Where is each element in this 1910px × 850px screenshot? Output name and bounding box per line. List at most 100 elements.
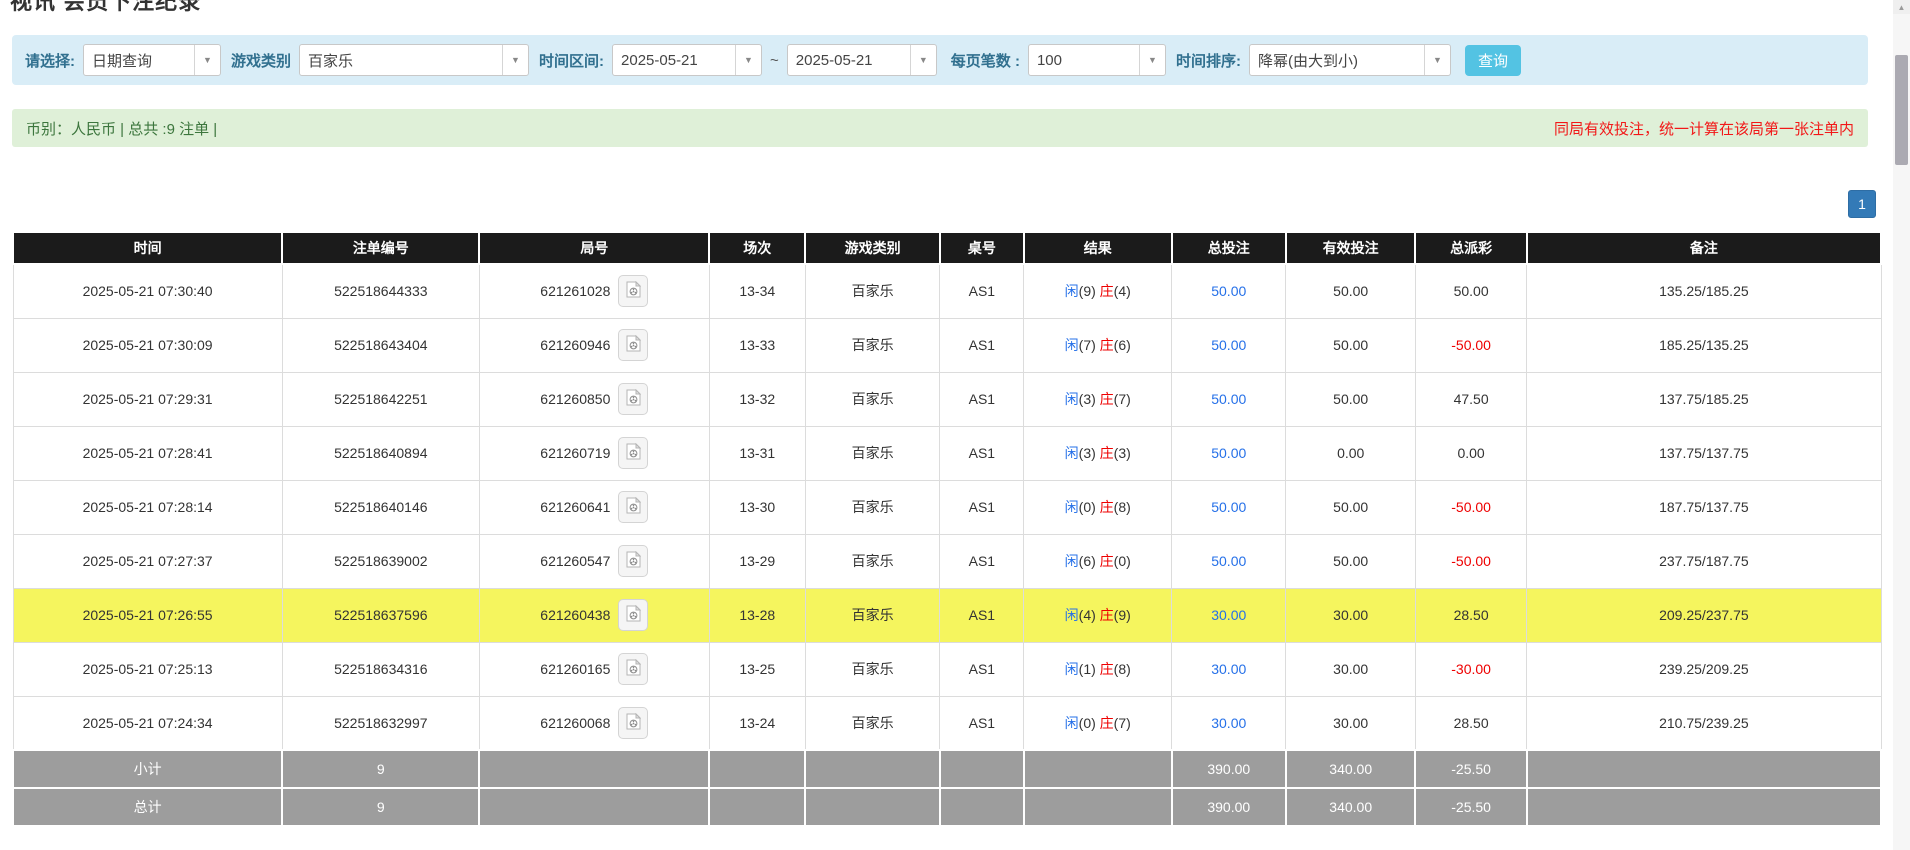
- scroll-up-icon[interactable]: ▲: [1893, 0, 1910, 14]
- cell-time: 2025-05-21 07:26:55: [13, 588, 282, 642]
- player-label: 闲: [1065, 337, 1079, 353]
- subtotal-label: 小计: [13, 750, 282, 788]
- cell-bet-id: 522518634316: [282, 642, 479, 696]
- date-from-dropdown[interactable]: 2025-05-21 ▼: [612, 44, 762, 76]
- player-score: (3): [1079, 445, 1096, 461]
- subtotal-count: 9: [282, 750, 479, 788]
- cell-total-bet[interactable]: 30.00: [1172, 588, 1286, 642]
- cell-total-bet[interactable]: 50.00: [1172, 426, 1286, 480]
- cell-game-type: 百家乐: [805, 696, 940, 750]
- video-replay-button[interactable]: [618, 275, 648, 307]
- banker-score: (4): [1114, 283, 1131, 299]
- cell-valid-bet: 30.00: [1286, 642, 1416, 696]
- video-replay-button[interactable]: [618, 653, 648, 685]
- cell-table-no: AS1: [940, 264, 1024, 318]
- cell-round-id: 621260719: [479, 426, 709, 480]
- video-replay-button[interactable]: [618, 491, 648, 523]
- cell-payout: 28.50: [1415, 588, 1526, 642]
- table-row: 2025-05-21 07:24:34522518632997621260068…: [13, 696, 1881, 750]
- info-bar: 币别：人民币 | 总共 :9 注单 | 同局有效投注，统一计算在该局第一张注单内: [12, 109, 1868, 147]
- round-number: 621260068: [540, 715, 610, 731]
- date-to-dropdown[interactable]: 2025-05-21 ▼: [787, 44, 937, 76]
- page-size-label: 每页笔数 :: [951, 50, 1020, 71]
- scrollbar-thumb[interactable]: [1895, 55, 1908, 165]
- video-replay-button[interactable]: [618, 329, 648, 361]
- query-type-dropdown[interactable]: 日期查询 ▼: [83, 44, 221, 76]
- cell-total-bet[interactable]: 30.00: [1172, 696, 1286, 750]
- total-valid-bet: 340.00: [1286, 788, 1416, 826]
- video-replay-button[interactable]: [618, 599, 648, 631]
- cell-session: 13-31: [709, 426, 805, 480]
- table-row: 2025-05-21 07:28:41522518640894621260719…: [13, 426, 1881, 480]
- vertical-scrollbar[interactable]: ▲: [1893, 0, 1910, 850]
- player-label: 闲: [1065, 499, 1079, 515]
- cell-round-id: 621261028: [479, 264, 709, 318]
- player-score: (6): [1079, 553, 1096, 569]
- cell-bet-id: 522518643404: [282, 318, 479, 372]
- cell-result: 闲(0) 庄(7): [1024, 696, 1172, 750]
- table-row: 2025-05-21 07:30:40522518644333621261028…: [13, 264, 1881, 318]
- banker-label: 庄: [1100, 499, 1114, 515]
- page-size-value: 100: [1029, 52, 1139, 69]
- video-replay-button[interactable]: [618, 383, 648, 415]
- header-round-id: 局号: [479, 232, 709, 264]
- total-row: 总计 9 390.00 340.00 -25.50: [13, 788, 1881, 826]
- pagination-page-1-button[interactable]: 1: [1848, 190, 1876, 218]
- cell-bet-id: 522518640146: [282, 480, 479, 534]
- cell-total-bet[interactable]: 50.00: [1172, 372, 1286, 426]
- video-replay-button[interactable]: [618, 545, 648, 577]
- banker-score: (9): [1114, 607, 1131, 623]
- cell-result: 闲(6) 庄(0): [1024, 534, 1172, 588]
- cell-time: 2025-05-21 07:29:31: [13, 372, 282, 426]
- filter-bar: 请选择: 日期查询 ▼ 游戏类别 百家乐 ▼ 时间区间: 2025-05-21 …: [12, 35, 1868, 85]
- cell-table-no: AS1: [940, 480, 1024, 534]
- cell-payout: 47.50: [1415, 372, 1526, 426]
- cell-payout: 28.50: [1415, 696, 1526, 750]
- cell-total-bet[interactable]: 30.00: [1172, 642, 1286, 696]
- cell-table-no: AS1: [940, 318, 1024, 372]
- cell-session: 13-25: [709, 642, 805, 696]
- cell-bet-id: 522518637596: [282, 588, 479, 642]
- cell-time: 2025-05-21 07:30:09: [13, 318, 282, 372]
- cell-game-type: 百家乐: [805, 480, 940, 534]
- video-replay-icon: [626, 605, 641, 625]
- time-sort-dropdown[interactable]: 降幂(由大到小) ▼: [1249, 44, 1451, 76]
- cell-valid-bet: 30.00: [1286, 588, 1416, 642]
- subtotal-valid-bet: 340.00: [1286, 750, 1416, 788]
- video-replay-icon: [626, 443, 641, 463]
- banker-score: (7): [1114, 391, 1131, 407]
- round-number: 621260946: [540, 337, 610, 353]
- video-replay-button[interactable]: [618, 437, 648, 469]
- banker-score: (7): [1114, 715, 1131, 731]
- game-type-dropdown[interactable]: 百家乐 ▼: [299, 44, 529, 76]
- date-from-value: 2025-05-21: [613, 52, 735, 69]
- cell-total-bet[interactable]: 50.00: [1172, 264, 1286, 318]
- cell-result: 闲(1) 庄(8): [1024, 642, 1172, 696]
- cell-note: 135.25/185.25: [1527, 264, 1881, 318]
- cell-bet-id: 522518644333: [282, 264, 479, 318]
- chevron-down-icon: ▼: [1424, 45, 1450, 75]
- cell-game-type: 百家乐: [805, 642, 940, 696]
- video-replay-button[interactable]: [618, 707, 648, 739]
- chevron-down-icon: ▼: [1139, 45, 1165, 75]
- cell-round-id: 621260946: [479, 318, 709, 372]
- banker-score: (6): [1114, 337, 1131, 353]
- banker-score: (8): [1114, 499, 1131, 515]
- round-number: 621260547: [540, 553, 610, 569]
- cell-valid-bet: 50.00: [1286, 264, 1416, 318]
- cell-table-no: AS1: [940, 642, 1024, 696]
- query-button[interactable]: 查询: [1465, 45, 1521, 76]
- cell-note: 239.25/209.25: [1527, 642, 1881, 696]
- time-sort-value: 降幂(由大到小): [1250, 50, 1424, 71]
- table-row: 2025-05-21 07:26:55522518637596621260438…: [13, 588, 1881, 642]
- cell-total-bet[interactable]: 50.00: [1172, 480, 1286, 534]
- cell-session: 13-34: [709, 264, 805, 318]
- date-to-value: 2025-05-21: [788, 52, 910, 69]
- cell-total-bet[interactable]: 50.00: [1172, 318, 1286, 372]
- cell-bet-id: 522518642251: [282, 372, 479, 426]
- time-sort-label: 时间排序:: [1176, 50, 1241, 71]
- round-number: 621260850: [540, 391, 610, 407]
- player-score: (4): [1079, 607, 1096, 623]
- cell-total-bet[interactable]: 50.00: [1172, 534, 1286, 588]
- page-size-dropdown[interactable]: 100 ▼: [1028, 44, 1166, 76]
